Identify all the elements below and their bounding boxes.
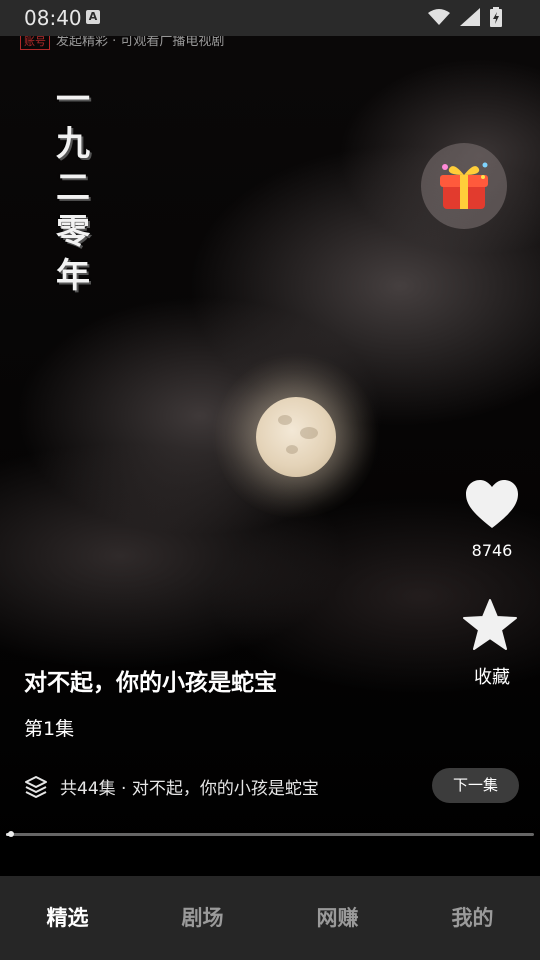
status-icons bbox=[428, 7, 502, 27]
tab-earn[interactable]: 网赚 bbox=[270, 876, 405, 960]
series-selector[interactable]: 共44集 · 对不起，你的小孩是蛇宝 bbox=[24, 774, 319, 799]
favorite-button[interactable] bbox=[462, 598, 522, 656]
heart-icon bbox=[466, 480, 518, 528]
bottom-tab-bar: 精选 剧场 网赚 我的 bbox=[0, 876, 540, 960]
star-icon bbox=[463, 599, 517, 650]
video-vertical-title: 一九二零年 bbox=[56, 80, 90, 296]
watermark-badge: 账号 bbox=[20, 36, 50, 50]
notification-a-icon: A bbox=[86, 10, 100, 24]
layers-icon bbox=[25, 775, 47, 798]
progress-handle[interactable] bbox=[8, 831, 15, 837]
status-bar: 08:40 A bbox=[0, 0, 540, 36]
video-player[interactable]: 账号 发起精彩 · 可观看广播电视剧 一九二零年 8746 收藏 对不起，你的小孩… bbox=[0, 36, 540, 876]
tab-featured[interactable]: 精选 bbox=[0, 876, 135, 960]
signal-icon bbox=[460, 8, 480, 26]
tab-theater[interactable]: 剧场 bbox=[135, 876, 270, 960]
status-time: 08:40 bbox=[24, 6, 82, 30]
video-watermark: 账号 发起精彩 · 可观看广播电视剧 bbox=[20, 36, 224, 50]
tab-me[interactable]: 我的 bbox=[405, 876, 540, 960]
gift-button[interactable] bbox=[421, 143, 507, 229]
series-text: 共44集 · 对不起，你的小孩是蛇宝 bbox=[60, 779, 319, 799]
battery-icon bbox=[490, 7, 502, 27]
next-episode-button[interactable]: 下一集 bbox=[432, 768, 519, 803]
drama-title: 对不起，你的小孩是蛇宝 bbox=[24, 670, 277, 696]
watermark-text: 发起精彩 · 可观看广播电视剧 bbox=[56, 36, 225, 49]
progress-bar[interactable] bbox=[6, 831, 534, 837]
wifi-icon bbox=[428, 9, 450, 25]
gift-icon bbox=[440, 162, 488, 209]
like-button[interactable] bbox=[460, 478, 524, 534]
moon-image bbox=[256, 397, 336, 477]
like-count: 8746 bbox=[471, 541, 513, 560]
favorite-label: 收藏 bbox=[474, 667, 510, 688]
episode-label: 第1集 bbox=[24, 718, 75, 740]
